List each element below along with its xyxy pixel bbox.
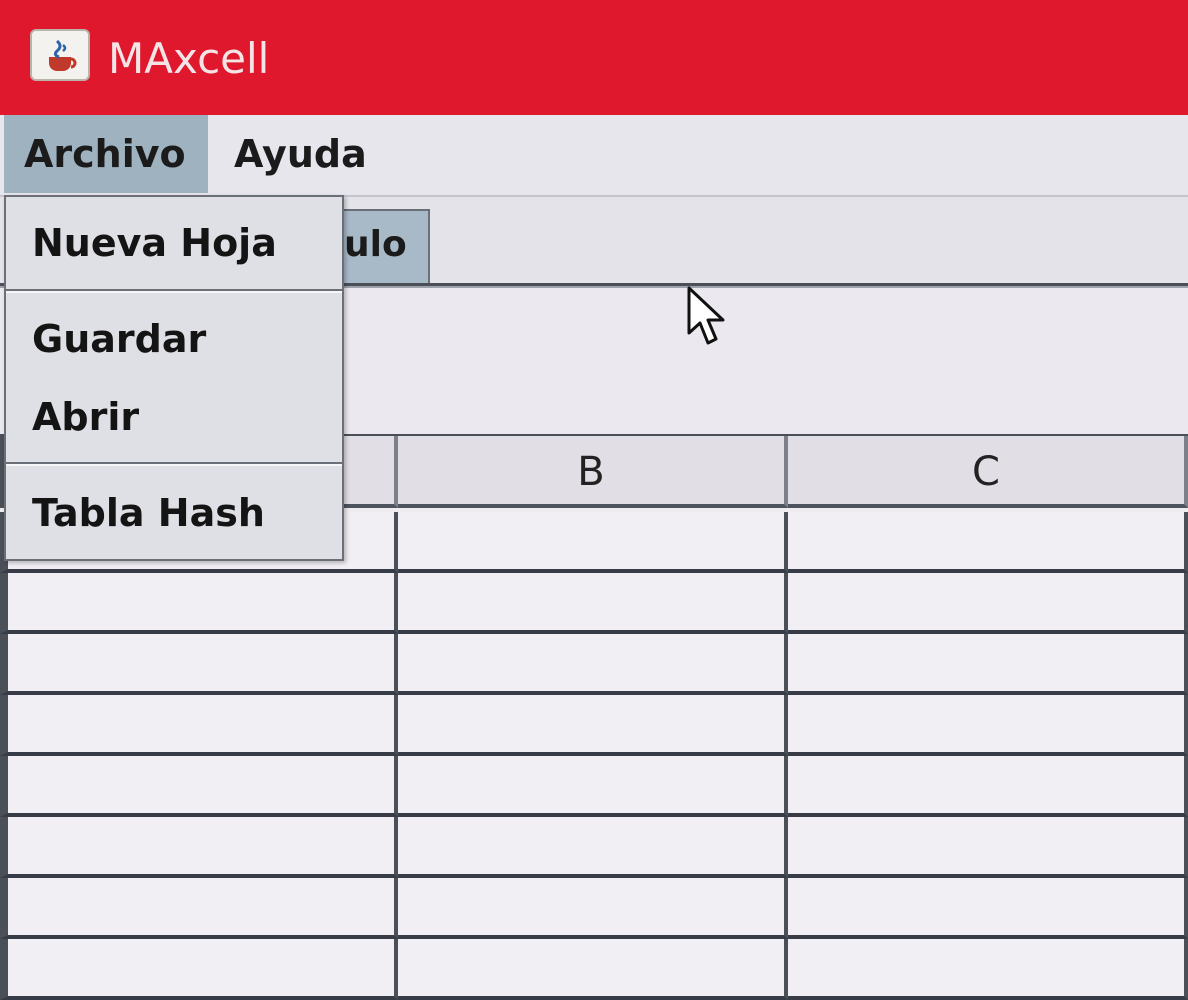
table-cell[interactable]: [788, 817, 1188, 878]
table-cell[interactable]: [398, 817, 788, 878]
table-row: [0, 878, 1188, 939]
menu-separator: [6, 462, 342, 466]
table-cell[interactable]: [788, 939, 1188, 1000]
menu-bar: Archivo Ayuda: [0, 115, 1188, 197]
menu-item-guardar[interactable]: Guardar: [6, 317, 342, 361]
table-cell[interactable]: [398, 878, 788, 939]
table-cell[interactable]: [0, 939, 398, 1000]
table-cell[interactable]: [0, 878, 398, 939]
table-cell[interactable]: [0, 695, 398, 756]
menu-item-tabla-hash[interactable]: Tabla Hash: [6, 491, 342, 535]
table-cell[interactable]: [398, 573, 788, 634]
table-cell[interactable]: [0, 634, 398, 695]
window-title: MAxcell: [108, 34, 270, 83]
column-header-b[interactable]: B: [398, 436, 788, 508]
table-cell[interactable]: [788, 878, 1188, 939]
table-row: [0, 817, 1188, 878]
table-cell[interactable]: [398, 512, 788, 573]
table-body: [0, 512, 1188, 1000]
table-cell[interactable]: [788, 756, 1188, 817]
table-row: [0, 939, 1188, 1000]
table-cell[interactable]: [398, 695, 788, 756]
table-cell[interactable]: [788, 695, 1188, 756]
table-cell[interactable]: [398, 756, 788, 817]
column-header-c[interactable]: C: [788, 436, 1188, 508]
menu-item-nueva-hoja[interactable]: Nueva Hoja: [6, 221, 342, 265]
table-cell[interactable]: [0, 756, 398, 817]
table-row: [0, 634, 1188, 695]
table-cell[interactable]: [0, 573, 398, 634]
menu-item-abrir[interactable]: Abrir: [6, 395, 342, 439]
table-cell[interactable]: [788, 573, 1188, 634]
java-coffee-cup-icon: [30, 29, 90, 81]
table-cell[interactable]: [788, 634, 1188, 695]
table-row: [0, 573, 1188, 634]
mouse-pointer-icon: [686, 285, 726, 351]
table-row: [0, 756, 1188, 817]
table-cell[interactable]: [0, 817, 398, 878]
menu-ayuda[interactable]: Ayuda: [214, 115, 404, 193]
table-cell[interactable]: [398, 634, 788, 695]
title-bar: MAxcell: [0, 0, 1188, 115]
menu-archivo[interactable]: Archivo: [4, 115, 208, 193]
table-cell[interactable]: [398, 939, 788, 1000]
menu-separator: [6, 289, 342, 293]
archivo-dropdown-menu: Nueva Hoja Guardar Abrir Tabla Hash: [4, 195, 344, 561]
table-row: [0, 695, 1188, 756]
table-cell[interactable]: [788, 512, 1188, 573]
